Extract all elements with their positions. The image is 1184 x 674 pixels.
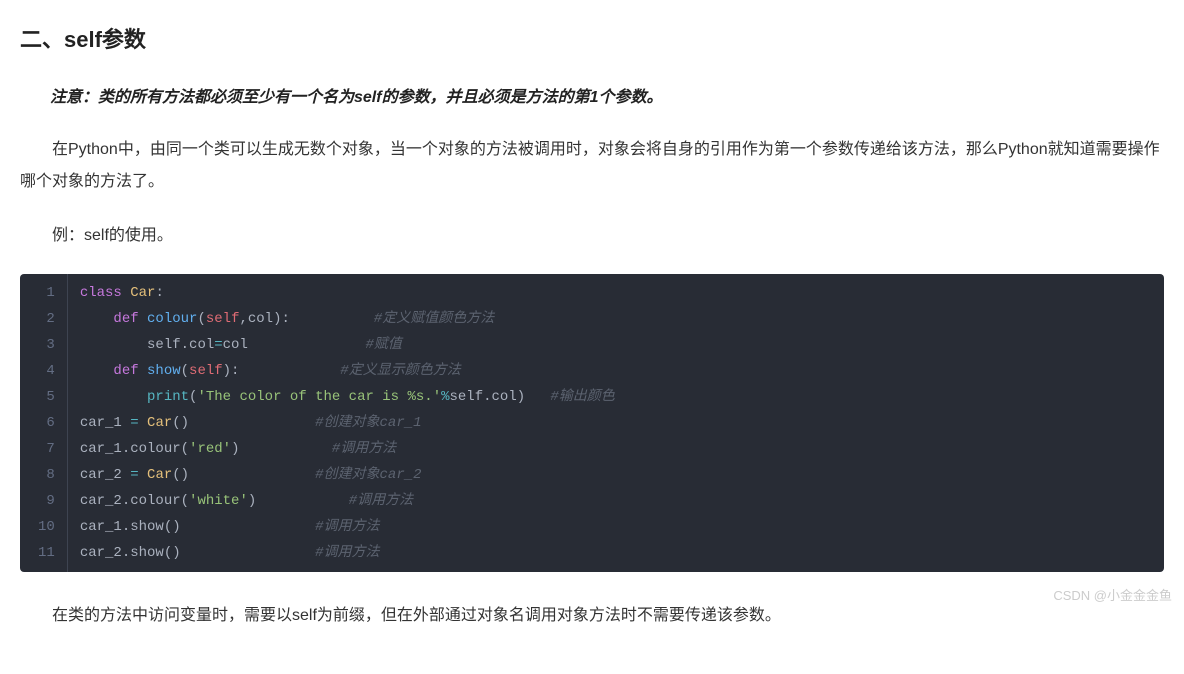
line-number: 8 [38, 462, 55, 488]
code-line: print('The color of the car is %s.'%self… [80, 384, 1152, 410]
code-line: car_1 = Car() #创建对象car_1 [80, 410, 1152, 436]
note-text: 注意：类的所有方法都必须至少有一个名为self的参数，并且必须是方法的第1个参数… [20, 84, 1164, 113]
code-line: car_1.colour('red') #调用方法 [80, 436, 1152, 462]
line-number: 3 [38, 332, 55, 358]
code-line: def show(self): #定义显示颜色方法 [80, 358, 1152, 384]
line-number: 1 [38, 280, 55, 306]
paragraph-2: 例：self的使用。 [20, 220, 1164, 252]
line-number: 4 [38, 358, 55, 384]
line-number: 5 [38, 384, 55, 410]
code-block: 1234567891011 class Car: def colour(self… [20, 274, 1164, 572]
section-title: 二、self参数 [20, 20, 1164, 60]
code-line: def colour(self,col): #定义赋值颜色方法 [80, 306, 1152, 332]
line-number: 11 [38, 540, 55, 566]
code-line-numbers: 1234567891011 [20, 274, 67, 572]
line-number: 2 [38, 306, 55, 332]
code-line: class Car: [80, 280, 1152, 306]
watermark: CSDN @小金金金鱼 [1053, 584, 1172, 607]
code-line: car_2.show() #调用方法 [80, 540, 1152, 566]
code-line: self.col=col #赋值 [80, 332, 1152, 358]
line-number: 9 [38, 488, 55, 514]
code-line: car_2 = Car() #创建对象car_2 [80, 462, 1152, 488]
line-number: 6 [38, 410, 55, 436]
paragraph-1: 在Python中，由同一个类可以生成无数个对象，当一个对象的方法被调用时，对象会… [20, 134, 1164, 198]
code-content: class Car: def colour(self,col): #定义赋值颜色… [67, 274, 1164, 572]
line-number: 7 [38, 436, 55, 462]
code-line: car_2.colour('white') #调用方法 [80, 488, 1152, 514]
line-number: 10 [38, 514, 55, 540]
paragraph-3: 在类的方法中访问变量时，需要以self为前缀，但在外部通过对象名调用对象方法时不… [20, 600, 1164, 632]
code-line: car_1.show() #调用方法 [80, 514, 1152, 540]
